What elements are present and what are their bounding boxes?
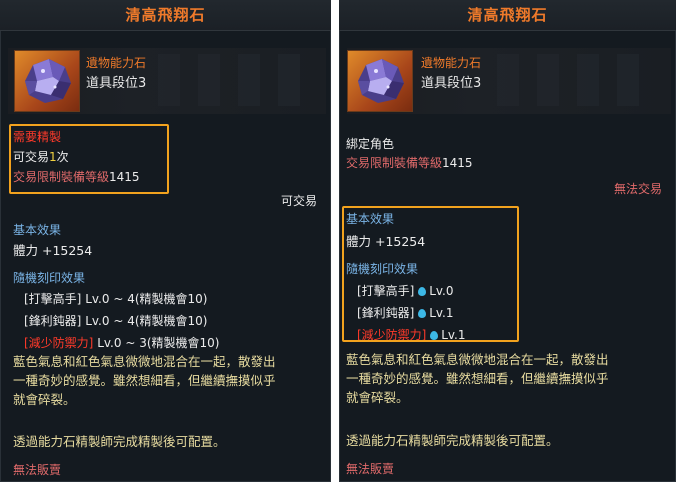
trade-status: 可交易: [280, 194, 317, 208]
refine-note: 透過能力石精製師完成精製後可配置。: [13, 434, 226, 449]
tooltip-panel-left: 清高飛翔石 遺物能力石 道具段位3 需要精製 可交易1次 交易限制裝備等級141…: [0, 0, 331, 482]
item-grade: 道具段位3: [86, 76, 147, 91]
engraving-row: [鋒利鈍器] Lv.0 ~ 4(精製機會10): [24, 314, 208, 328]
ability-stone-icon: [347, 50, 413, 112]
trade-limit-line: 交易限制裝備等級1415: [346, 156, 473, 170]
highlight-box: [342, 206, 519, 342]
item-description: 藍色氣息和紅色氣息微微地混合在一起，散發出 一種奇妙的感覺。雖然想細看，但繼續撫…: [346, 352, 609, 405]
item-type: 遺物能力石: [421, 56, 482, 70]
sell-status: 無法販賣: [13, 463, 62, 477]
sell-status: 無法販賣: [346, 462, 395, 476]
engraving-row: [打擊高手] Lv.0 ~ 4(精製機會10): [24, 292, 208, 306]
refine-note: 透過能力石精製師完成精製後可配置。: [346, 433, 559, 448]
engraving-row: [減少防禦力] Lv.0 ~ 3(精製機會10): [24, 336, 220, 350]
random-effect-label: 隨機刻印效果: [13, 271, 86, 285]
bound-status: 綁定角色: [346, 137, 395, 151]
item-grade: 道具段位3: [421, 76, 482, 91]
basic-effect-label: 基本效果: [13, 223, 62, 237]
item-type: 遺物能力石: [86, 56, 147, 70]
ability-stone-icon: [14, 50, 80, 112]
tooltip-panel-right: 清高飛翔石 遺物能力石 道具段位3 綁定角色 交易限制裝備等級1415 無法交易…: [339, 0, 676, 482]
basic-effect-value: 體力 +15254: [13, 243, 93, 258]
highlight-box: [9, 124, 169, 194]
item-title: 清高飛翔石: [339, 0, 676, 31]
trade-status: 無法交易: [613, 182, 662, 196]
item-description: 藍色氣息和紅色氣息微微地混合在一起，散發出 一種奇妙的感覺。雖然想細看，但繼續撫…: [13, 354, 276, 407]
item-title: 清高飛翔石: [0, 0, 331, 31]
